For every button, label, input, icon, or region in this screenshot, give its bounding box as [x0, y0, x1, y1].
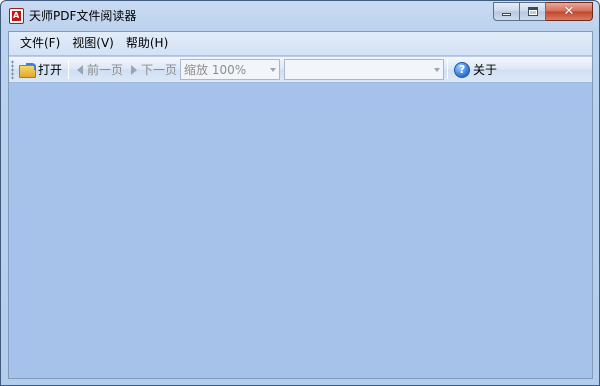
toolbar: 打开 前一页 下一页 缩放 100% ? 关于 — [9, 56, 592, 83]
document-view-area[interactable] — [9, 84, 592, 378]
open-folder-icon — [19, 62, 36, 78]
menu-view[interactable]: 视图(V) — [66, 33, 120, 54]
toolbar-separator — [447, 60, 449, 79]
application-window: A 天师PDF文件阅读器 ✕ 文件(F) 视图(V) 帮助(H) 打开 前一页 … — [0, 0, 600, 386]
prev-page-label: 前一页 — [87, 63, 124, 77]
menu-help[interactable]: 帮助(H) — [120, 33, 174, 54]
minimize-button[interactable] — [493, 2, 520, 21]
open-button[interactable]: 打开 — [16, 59, 65, 81]
zoom-value: 缩放 100% — [184, 63, 247, 77]
menu-file[interactable]: 文件(F) — [14, 33, 66, 54]
arrow-right-icon — [131, 64, 138, 75]
open-button-label: 打开 — [38, 63, 63, 77]
help-icon: ? — [454, 61, 471, 78]
close-icon: ✕ — [563, 4, 575, 19]
about-button-label: 关于 — [473, 63, 498, 77]
window-title: 天师PDF文件阅读器 — [29, 9, 137, 23]
caption-buttons: ✕ — [493, 2, 593, 21]
toolbar-separator — [68, 60, 70, 79]
next-page-label: 下一页 — [141, 63, 178, 77]
pdf-app-icon[interactable]: A — [9, 8, 24, 24]
client-area: 文件(F) 视图(V) 帮助(H) 打开 前一页 下一页 缩放 100% ? 关… — [8, 31, 593, 379]
page-combobox[interactable] — [284, 59, 445, 80]
toolbar-grip[interactable] — [11, 60, 14, 79]
about-button[interactable]: ? 关于 — [451, 59, 500, 81]
dropdown-arrow-icon[interactable] — [270, 68, 277, 72]
maximize-icon — [527, 7, 538, 16]
arrow-left-icon — [77, 64, 84, 75]
zoom-combobox[interactable]: 缩放 100% — [180, 59, 281, 80]
minimize-icon — [502, 13, 511, 16]
next-page-button[interactable]: 下一页 — [126, 59, 180, 81]
title-bar[interactable]: A 天师PDF文件阅读器 ✕ — [1, 1, 599, 30]
menu-bar: 文件(F) 视图(V) 帮助(H) — [9, 32, 592, 55]
prev-page-button[interactable]: 前一页 — [72, 59, 126, 81]
maximize-button[interactable] — [520, 2, 546, 21]
dropdown-arrow-icon[interactable] — [434, 68, 441, 72]
close-button[interactable]: ✕ — [546, 2, 593, 21]
